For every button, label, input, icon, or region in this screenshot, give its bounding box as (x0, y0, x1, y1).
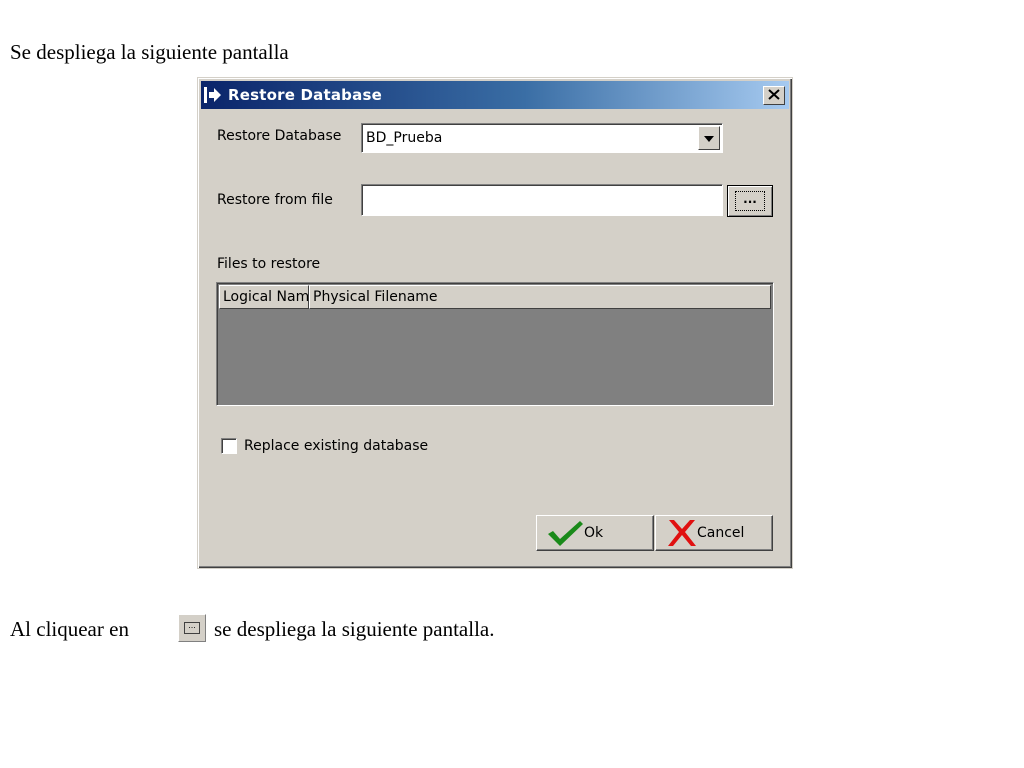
chevron-down-icon (704, 130, 714, 146)
close-button[interactable] (763, 86, 785, 105)
restore-database-label: Restore Database (217, 128, 342, 144)
files-to-restore-list[interactable]: Logical Name Physical Filename (216, 282, 774, 406)
arrow-right-icon (204, 86, 222, 104)
browse-button[interactable]: ... (727, 185, 773, 217)
title-bar[interactable]: Restore Database (201, 81, 789, 109)
dropdown-button[interactable] (698, 126, 720, 150)
restore-database-value: BD_Prueba (366, 130, 443, 146)
files-to-restore-label: Files to restore (217, 256, 321, 272)
red-x-icon (666, 518, 698, 548)
outro-text-after: se despliega la siguiente pantalla. (214, 617, 495, 641)
restore-from-file-label: Restore from file (217, 192, 333, 208)
column-header-physical-filename[interactable]: Physical Filename (309, 285, 771, 309)
browse-button-label: ... (735, 191, 765, 211)
restore-database-dialog: Restore Database Restore Database BD_Pru… (197, 77, 793, 569)
restore-from-file-input[interactable] (361, 184, 723, 216)
column-header-logical-name[interactable]: Logical Name (219, 285, 309, 309)
checkmark-icon (545, 518, 585, 548)
intro-text: Se despliega la siguiente pantalla (10, 40, 289, 64)
cancel-button[interactable]: Cancel (655, 515, 773, 551)
replace-existing-label[interactable]: Replace existing database (244, 438, 428, 454)
restore-database-select[interactable]: BD_Prueba (361, 123, 723, 153)
close-icon (768, 88, 780, 104)
files-list-header: Logical Name Physical Filename (219, 285, 771, 309)
cancel-button-label: Cancel (697, 525, 745, 541)
browse-button-icon: ... (178, 614, 206, 642)
replace-existing-checkbox[interactable] (221, 438, 237, 454)
ok-button-label: Ok (584, 525, 604, 541)
ok-button[interactable]: Ok (536, 515, 654, 551)
outro-text-before: Al cliquear en (10, 617, 129, 641)
dialog-title: Restore Database (228, 86, 382, 104)
